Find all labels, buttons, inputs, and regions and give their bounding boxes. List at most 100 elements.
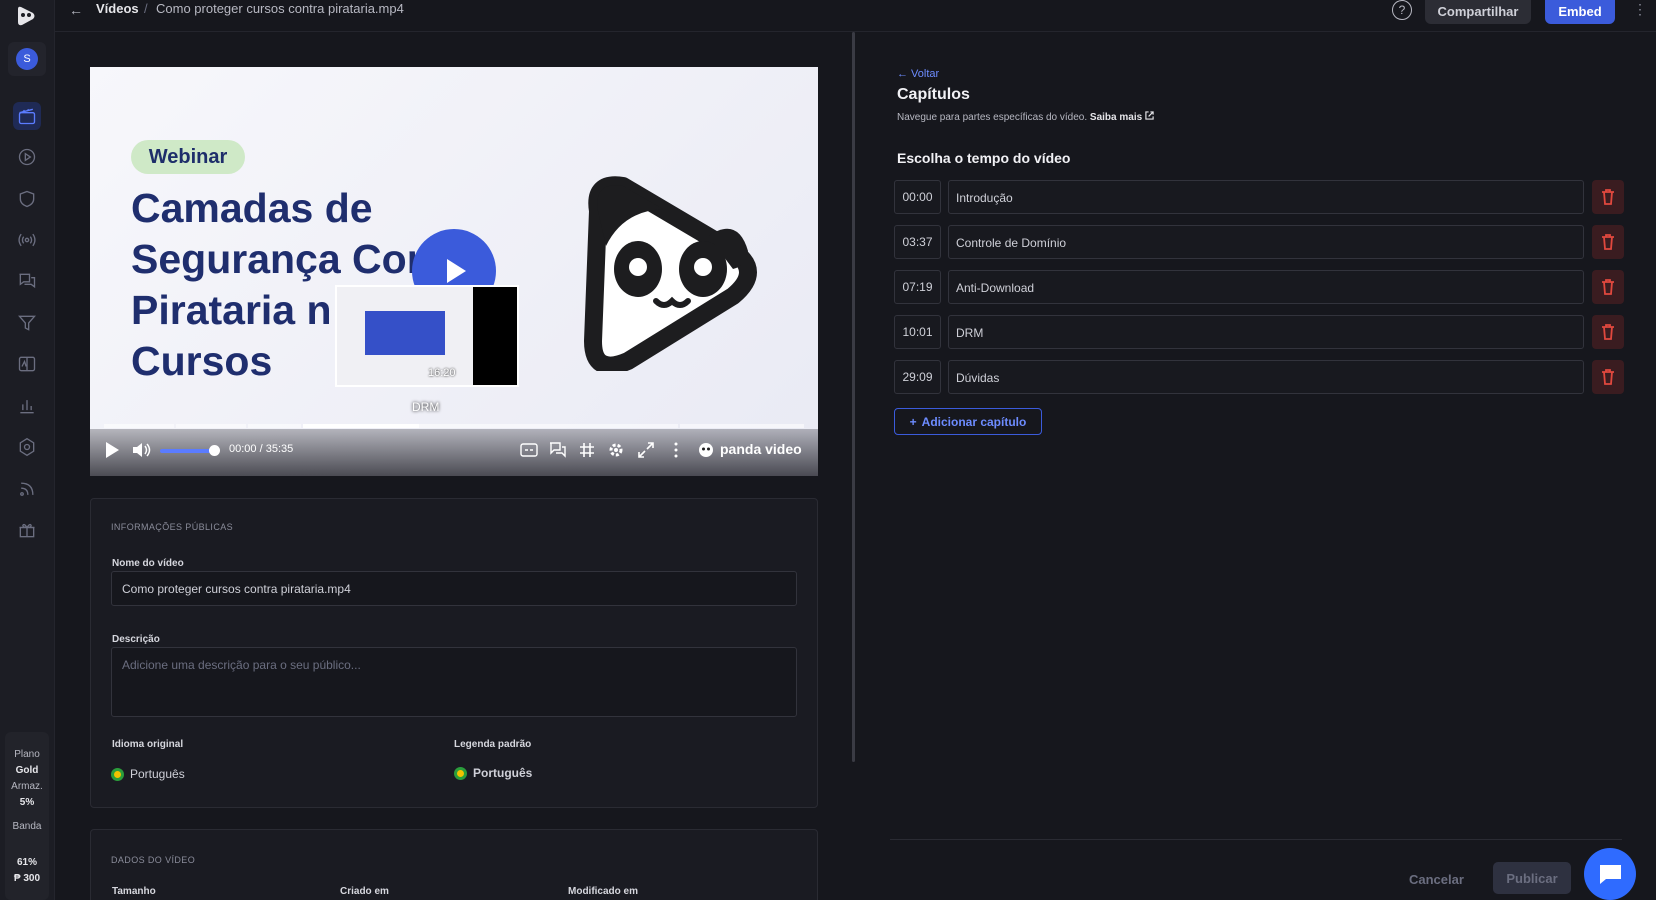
captions-icon[interactable]	[520, 443, 538, 457]
delete-chapter-button[interactable]	[1592, 360, 1624, 394]
chapter-time-input[interactable]: 00:00	[894, 180, 941, 214]
add-chapter-label: Adicionar capítulo	[921, 414, 1027, 429]
chapter-row: 29:09 Dúvidas	[894, 360, 1624, 394]
video-title-line: Camadas de	[131, 185, 373, 231]
duration: 35:35	[265, 443, 294, 455]
back-link[interactable]: ← Voltar	[897, 68, 939, 80]
chapter-name-input[interactable]: Introdução	[948, 180, 1584, 214]
plan-value: Gold	[15, 765, 39, 776]
panda-video-brand[interactable]: panda video	[720, 441, 802, 457]
seek-bar[interactable]	[104, 424, 804, 428]
publish-button[interactable]: Publicar	[1493, 862, 1571, 894]
chapter-name-input[interactable]: Anti-Download	[948, 270, 1584, 304]
trash-icon	[1602, 324, 1614, 340]
bandwidth-label: Banda	[12, 821, 42, 832]
breadcrumb-videos[interactable]: Vídeos	[96, 1, 139, 16]
workspace-switcher[interactable]: S	[8, 42, 46, 76]
player-more-icon[interactable]	[674, 442, 678, 458]
brazil-flag-icon	[111, 767, 124, 781]
current-time: 00:00	[229, 443, 257, 455]
delete-chapter-button[interactable]	[1592, 270, 1624, 304]
panda-brand-icon	[699, 443, 713, 457]
chapter-name-input[interactable]: DRM	[948, 315, 1584, 349]
volume-slider[interactable]	[160, 449, 215, 453]
volume-slider-handle[interactable]	[209, 445, 221, 456]
breadcrumb-file: Como proteger cursos contra pirataria.mp…	[156, 1, 404, 16]
bandwidth-value: 61%	[16, 857, 37, 868]
description-textarea[interactable]: Adicione uma descrição para o seu públic…	[111, 647, 797, 717]
panda-logo-icon[interactable]	[14, 4, 38, 28]
original-language-label: Idioma original	[112, 739, 184, 750]
quality-icon[interactable]	[579, 442, 595, 458]
fullscreen-icon[interactable]	[638, 442, 654, 458]
time-separator: /	[259, 443, 263, 455]
chapter-time-input[interactable]: 03:37	[894, 225, 941, 259]
page-title: Capítulos	[897, 86, 970, 103]
modified-label: Modificado em	[568, 886, 639, 897]
chapter-segment[interactable]	[248, 424, 301, 428]
volume-icon[interactable]	[132, 442, 152, 458]
chapter-row: 10:01 DRM	[894, 315, 1624, 349]
play-circle-icon[interactable]	[13, 143, 41, 171]
chapter-segment[interactable]	[680, 424, 804, 428]
rss-icon[interactable]	[13, 475, 41, 503]
delete-chapter-button[interactable]	[1592, 180, 1624, 214]
trash-icon	[1602, 234, 1614, 250]
chapter-time-input[interactable]: 10:01	[894, 315, 941, 349]
play-icon[interactable]	[104, 441, 120, 459]
embed-button[interactable]: Embed	[1545, 0, 1615, 24]
back-arrow-icon[interactable]: ←	[69, 2, 83, 18]
cancel-button[interactable]: Cancelar	[1409, 872, 1464, 887]
seek-preview-thumbnail	[335, 285, 519, 387]
description-label: Descrição	[112, 634, 160, 645]
add-chapter-button[interactable]: + Adicionar capítulo	[894, 408, 1042, 435]
chapter-name-input[interactable]: Controle de Domínio	[948, 225, 1584, 259]
default-subtitle-label: Legenda padrão	[454, 739, 532, 750]
delete-chapter-button[interactable]	[1592, 225, 1624, 259]
chapter-segment[interactable]	[176, 424, 246, 428]
chat-bubble-icon	[1599, 865, 1621, 884]
chapter-time-input[interactable]: 07:19	[894, 270, 941, 304]
chapter-name-input[interactable]: Dúvidas	[948, 360, 1584, 394]
trash-icon	[1602, 279, 1614, 295]
settings-icon[interactable]	[13, 433, 41, 461]
filter-icon[interactable]	[13, 309, 41, 337]
plan-label: Plano	[14, 749, 40, 760]
bar-chart-icon[interactable]	[13, 392, 41, 420]
time-display: 00:00 / 35:35	[229, 443, 293, 455]
webinar-badge: Webinar	[131, 140, 245, 174]
original-language-select[interactable]: Português	[111, 767, 185, 781]
credits-value: ₱ 300	[13, 873, 41, 884]
chapter-segment[interactable]	[104, 424, 174, 428]
top-bar: ← Vídeos / Como proteger cursos contra p…	[55, 0, 1656, 32]
original-language-value: Português	[130, 767, 185, 781]
video-library-icon[interactable]	[13, 102, 41, 130]
help-icon[interactable]: ?	[1392, 0, 1412, 20]
trash-icon	[1602, 189, 1614, 205]
delete-chapter-button[interactable]	[1592, 315, 1624, 349]
preview-chapter-label: DRM	[412, 400, 440, 414]
video-name-label: Nome do vídeo	[112, 558, 184, 569]
sidebar: S Plano Gold Armaz. 5% Banda 61% ₱ 300	[0, 0, 55, 900]
shield-icon[interactable]	[13, 185, 41, 213]
more-options-icon[interactable]: ⋮	[1633, 1, 1647, 18]
compare-icon[interactable]	[13, 350, 41, 378]
learn-more-link[interactable]: Saiba mais	[1090, 112, 1142, 123]
chapter-row: 00:00 Introdução	[894, 180, 1624, 214]
live-broadcast-icon[interactable]	[13, 226, 41, 254]
default-subtitle-select[interactable]: Português	[454, 766, 532, 780]
chapter-time-input[interactable]: 29:09	[894, 360, 941, 394]
chapters-icon[interactable]	[549, 442, 567, 458]
video-name-input[interactable]: Como proteger cursos contra pirataria.mp…	[111, 571, 797, 606]
gift-icon[interactable]	[13, 516, 41, 544]
share-button[interactable]: Compartilhar	[1425, 0, 1531, 24]
panel-resizer[interactable]	[852, 32, 855, 762]
video-player[interactable]: Webinar Camadas de Segurança Contra Pira…	[90, 67, 818, 476]
chapter-row: 07:19 Anti-Download	[894, 270, 1624, 304]
external-link-icon[interactable]	[1145, 111, 1154, 120]
plus-icon: +	[909, 414, 917, 429]
support-chat-button[interactable]	[1584, 848, 1636, 900]
section-title: INFORMAÇÕES PÚBLICAS	[111, 522, 234, 532]
chat-icon[interactable]	[13, 267, 41, 295]
settings-gear-icon[interactable]	[608, 442, 624, 458]
